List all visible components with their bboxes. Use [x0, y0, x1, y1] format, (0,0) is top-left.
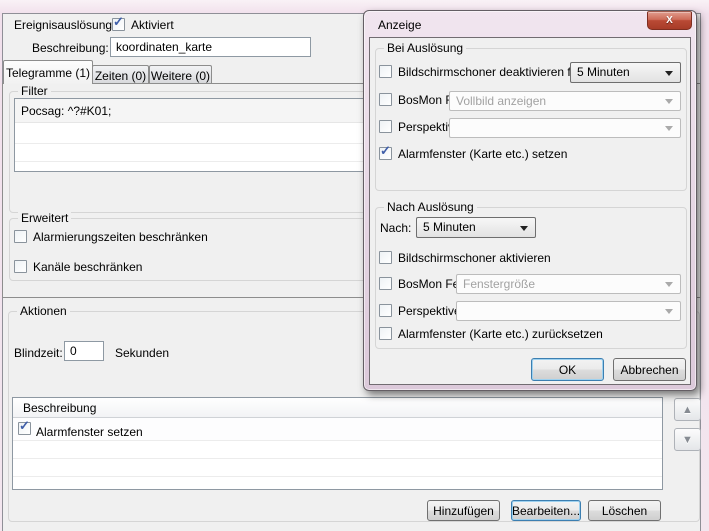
blind-time-label: Blindzeit: — [14, 347, 63, 360]
restrict-alarm-times-checkbox[interactable]: ✓ — [14, 230, 27, 243]
tab-weitere[interactable]: Weitere (0) — [149, 65, 212, 84]
dropdown-arrow-icon — [520, 226, 528, 231]
list-separator — [13, 458, 662, 459]
dropdown-arrow-icon — [665, 309, 673, 314]
list-separator — [13, 440, 662, 441]
close-icon: X — [666, 15, 673, 26]
table-header[interactable]: Beschreibung — [13, 398, 662, 418]
alarm-window-set-label: Alarmfenster (Karte etc.) setzen — [398, 148, 567, 161]
combo-value: Vollbild anzeigen — [456, 94, 546, 108]
on-trigger-group: Bei Auslösung ✓ Bildschirmschoner deakti… — [375, 48, 687, 191]
arrow-up-icon: ▲ — [682, 404, 693, 416]
filter-group-title: Filter — [18, 85, 51, 98]
after-trigger-group: Nach Auslösung Nach: 5 Minuten ✓ Bildsch… — [375, 207, 687, 349]
check-icon: ✓ — [19, 419, 32, 433]
after-trigger-group-title: Nach Auslösung — [384, 201, 477, 214]
ok-button[interactable]: OK — [531, 358, 604, 381]
alarm-window-reset-checkbox[interactable]: ✓ — [379, 327, 392, 340]
screensaver-deactivate-checkbox[interactable]: ✓ — [379, 65, 392, 78]
actions-table[interactable]: Beschreibung ✓ Alarmfenster setzen — [12, 397, 663, 490]
dropdown-arrow-icon — [665, 99, 673, 104]
dropdown-arrow-icon — [665, 71, 673, 76]
table-row[interactable]: ✓ Alarmfenster setzen — [13, 418, 662, 440]
on-trigger-group-title: Bei Auslösung — [384, 42, 466, 55]
filter-entry-text: Pocsag: ^?#K01; — [21, 105, 111, 118]
tab-zeiten[interactable]: Zeiten (0) — [92, 65, 149, 84]
perspective-checkbox[interactable]: ✓ — [379, 120, 392, 133]
description-label: Beschreibung: — [32, 42, 109, 55]
arrow-down-icon: ▼ — [682, 434, 693, 446]
move-down-button[interactable]: ▼ — [674, 428, 701, 451]
alarm-window-reset-label: Alarmfenster (Karte etc.) zurücksetzen — [398, 328, 603, 341]
activated-checkbox[interactable]: ✓ — [112, 18, 125, 31]
check-icon: ✓ — [380, 144, 393, 158]
restrict-channels-checkbox[interactable]: ✓ — [14, 260, 27, 273]
restrict-channels-label: Kanäle beschränken — [33, 261, 142, 274]
bosmon-window-reset-combo: Fenstergröße — [456, 274, 681, 294]
dialog-title: Anzeige — [378, 18, 421, 32]
alarm-window-set-checkbox[interactable]: ✓ — [379, 147, 392, 160]
event-trigger-label: Ereignisauslösung: — [14, 19, 115, 32]
table-row-label: Alarmfenster setzen — [36, 426, 143, 439]
dialog-window: Anzeige X Bei Auslösung ✓ Bildschirmscho… — [363, 10, 697, 391]
advanced-group-title: Erweitert — [18, 212, 71, 225]
after-label: Nach: — [380, 222, 411, 235]
cancel-button[interactable]: Abbrechen — [613, 358, 686, 381]
combo-value: 5 Minuten — [423, 220, 476, 234]
dropdown-arrow-icon — [665, 282, 673, 287]
dropdown-arrow-icon — [665, 126, 673, 131]
bosmon-window-reset-checkbox[interactable]: ✓ — [379, 277, 392, 290]
perspective-reset-combo — [456, 301, 681, 321]
combo-value: 5 Minuten — [577, 65, 630, 79]
delete-button[interactable]: Löschen — [588, 500, 661, 521]
edit-button[interactable]: Bearbeiten... — [511, 500, 581, 521]
blind-time-input[interactable]: 0 — [64, 341, 104, 361]
after-duration-combo[interactable]: 5 Minuten — [416, 217, 536, 238]
description-input[interactable]: koordinaten_karte — [110, 37, 311, 57]
restrict-alarm-times-label: Alarmierungszeiten beschränken — [33, 231, 208, 244]
actions-group-title: Aktionen — [17, 305, 70, 318]
screensaver-duration-combo[interactable]: 5 Minuten — [570, 62, 681, 83]
add-button[interactable]: Hinzufügen — [427, 500, 500, 521]
screensaver-activate-checkbox[interactable]: ✓ — [379, 251, 392, 264]
close-button[interactable]: X — [647, 11, 692, 30]
row-checkbox[interactable]: ✓ — [18, 422, 31, 435]
dialog-client-area: Bei Auslösung ✓ Bildschirmschoner deakti… — [369, 37, 691, 385]
move-up-button[interactable]: ▲ — [674, 398, 701, 421]
blind-time-unit-label: Sekunden — [115, 347, 169, 360]
table-header-label: Beschreibung — [23, 402, 96, 415]
perspective-reset-checkbox[interactable]: ✓ — [379, 304, 392, 317]
check-icon: ✓ — [113, 15, 126, 29]
perspective-combo — [449, 118, 681, 138]
screensaver-deactivate-label: Bildschirmschoner deaktivieren für: — [398, 66, 585, 79]
list-separator — [13, 476, 662, 477]
combo-value: Fenstergröße — [463, 277, 535, 291]
screensaver-activate-label: Bildschirmschoner aktivieren — [398, 252, 551, 265]
bosmon-window-combo: Vollbild anzeigen — [449, 91, 681, 111]
activated-checkbox-label: Aktiviert — [131, 19, 174, 32]
tab-telegramme[interactable]: Telegramme (1) — [3, 60, 93, 84]
bosmon-window-checkbox[interactable]: ✓ — [379, 93, 392, 106]
